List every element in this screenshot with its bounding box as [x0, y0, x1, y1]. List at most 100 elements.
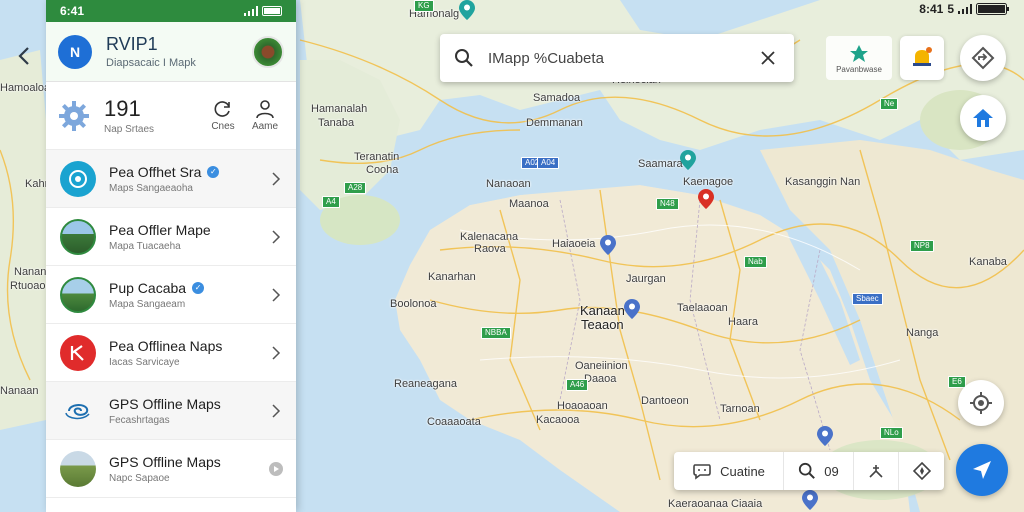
refresh-icon	[214, 101, 230, 117]
refresh-action[interactable]: Cnes	[202, 99, 244, 132]
item-text: Pup Cacaba ✓ Mapa Sangaeam	[109, 280, 268, 310]
stats-caption: Nap Srtaes	[104, 124, 155, 135]
item-title: GPS Offline Maps	[109, 454, 268, 470]
list-item[interactable]: Pea Offhet Sra ✓ Maps Sangaeaoha	[46, 150, 296, 208]
list-item[interactable]: GPS Offline Maps Napc Sapaoe	[46, 440, 296, 498]
notification-button[interactable]	[900, 36, 944, 80]
status-time-right: 8:41	[919, 2, 944, 16]
map-pin-blue-1[interactable]	[600, 235, 616, 255]
chevron-right-icon	[272, 345, 281, 360]
item-title-text: Pup Cacaba	[109, 279, 187, 296]
item-text: GPS Offline Maps Fecashrtagas	[109, 396, 268, 426]
route-button[interactable]	[854, 452, 899, 490]
navigate-button[interactable]	[956, 444, 1008, 496]
stats-row: 191 Nap Srtaes Cnes Aame	[46, 82, 296, 150]
close-icon	[761, 51, 775, 65]
item-text: GPS Offline Maps Napc Sapaoe	[109, 454, 268, 484]
layers-button[interactable]: Pavanbwase	[826, 36, 892, 80]
item-subtitle: Maps Sangaeaoha	[109, 182, 193, 194]
zoom-count: 09	[824, 463, 839, 479]
layers-icon	[850, 44, 868, 62]
route-icon	[869, 465, 883, 478]
verified-badge-icon: ✓	[192, 281, 205, 294]
side-panel: 6:41 N RVIP1 Diapsacaic I Mapk 191 Nap S…	[46, 0, 296, 512]
target-icon	[60, 160, 96, 197]
status-time-left: 6:41	[60, 4, 85, 18]
compass-icon	[912, 462, 931, 480]
search-icon	[799, 462, 816, 479]
cuatine-label: Cuatine	[720, 463, 765, 479]
account-action[interactable]: Aame	[244, 99, 286, 132]
home-icon	[973, 109, 993, 127]
map-list: Pea Offhet Sra ✓ Maps Sangaeaoha Pea Offl…	[46, 150, 296, 498]
zoom-search-button[interactable]: 09	[784, 452, 854, 490]
signal-icon	[958, 4, 972, 14]
list-item[interactable]: Pea Offler Mape Mapa Tuacaeha	[46, 208, 296, 266]
item-text: Pea Offler Mape Mapa Tuacaeha	[109, 222, 268, 252]
item-title: Pea Offhet Sra ✓	[109, 164, 268, 180]
compass-button[interactable]	[899, 452, 944, 490]
status-bar-right: 8:41 5	[919, 2, 1010, 16]
chevron-left-icon	[18, 47, 29, 65]
item-title: Pea Offlinea Naps	[109, 338, 268, 354]
map-pin-blue-2[interactable]	[624, 299, 640, 319]
app-logo: N	[58, 34, 92, 69]
my-location-button[interactable]	[958, 380, 1004, 426]
directions-icon	[971, 46, 995, 70]
item-subtitle: Mapa Tuacaeha	[109, 240, 181, 252]
red-app-icon	[60, 334, 96, 371]
profile-avatar[interactable]	[252, 35, 284, 68]
refresh-label: Cnes	[211, 121, 235, 132]
item-subtitle: Mapa Sangaeam	[109, 298, 186, 310]
chevron-right-icon	[272, 403, 281, 418]
search-bar	[440, 34, 794, 82]
navigation-arrow-icon	[973, 461, 991, 479]
person-icon	[256, 100, 274, 119]
app-subtitle: Diapsacaic I Mapk	[106, 57, 196, 69]
item-subtitle: Fecashrtagas	[109, 414, 170, 426]
panel-status-bar: 6:41	[46, 0, 296, 22]
panel-header: N RVIP1 Diapsacaic I Mapk	[46, 22, 296, 82]
directions-button[interactable]	[960, 35, 1006, 81]
stats-count: 191	[104, 96, 141, 121]
item-text: Pea Offhet Sra ✓ Maps Sangaeaoha	[109, 164, 268, 194]
item-text: Pea Offlinea Naps Iacas Sarvicaye	[109, 338, 268, 368]
search-input[interactable]	[488, 49, 756, 67]
settings-gear-icon[interactable]	[56, 98, 92, 134]
swirl-logo-icon	[60, 392, 96, 429]
list-item[interactable]: Pup Cacaba ✓ Mapa Sangaeam	[46, 266, 296, 324]
status-icons-left	[244, 6, 284, 16]
battery-icon	[976, 3, 1009, 15]
chevron-right-icon	[272, 229, 281, 244]
app-title-group: RVIP1 Diapsacaic I Mapk	[106, 34, 252, 69]
account-label: Aame	[251, 121, 279, 132]
crosshair-icon	[970, 392, 992, 414]
chevron-right-icon	[272, 171, 281, 186]
shield-icon	[269, 461, 283, 476]
list-item[interactable]: Pea Offlinea Naps Iacas Sarvicaye	[46, 324, 296, 382]
status-indicator: 5	[947, 2, 954, 16]
item-title: Pea Offler Mape	[109, 222, 268, 238]
cuatine-button[interactable]: Cuatine	[674, 452, 784, 490]
signal-icon	[244, 6, 258, 16]
item-title-text: GPS Offline Maps	[109, 395, 221, 412]
home-button[interactable]	[960, 95, 1006, 141]
search-icon	[455, 49, 473, 67]
item-subtitle: Napc Sapaoe	[109, 472, 170, 484]
list-item[interactable]: GPS Offline Maps Fecashrtagas	[46, 382, 296, 440]
item-title-text: Pea Offlinea Naps	[109, 337, 223, 354]
landscape-thumbnail	[60, 218, 96, 255]
map-pin-teal[interactable]	[680, 150, 696, 170]
chat-icon	[693, 464, 711, 480]
back-button[interactable]	[10, 42, 38, 70]
item-title: GPS Offline Maps	[109, 396, 268, 412]
map-pin-blue-3[interactable]	[817, 426, 833, 446]
landscape-thumbnail	[60, 450, 96, 487]
map-pin-red[interactable]	[698, 189, 714, 209]
map-pin-blue-4[interactable]	[802, 490, 818, 510]
clear-search-button[interactable]	[756, 46, 780, 70]
item-title-text: Pea Offler Mape	[109, 221, 211, 238]
map-pin-teal-top[interactable]	[459, 0, 475, 20]
item-subtitle: Iacas Sarvicaye	[109, 356, 180, 368]
landscape-thumbnail	[60, 276, 96, 313]
